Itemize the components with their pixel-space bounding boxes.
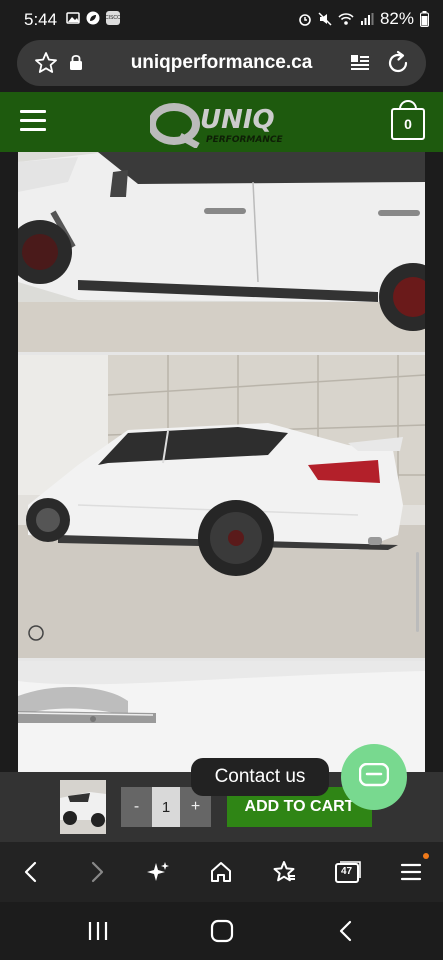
sparkle-icon[interactable] (146, 860, 170, 884)
system-nav-bar (0, 902, 443, 960)
battery-icon (420, 11, 429, 27)
notification-dot (423, 853, 429, 859)
cart-count: 0 (404, 116, 412, 132)
cart-button[interactable]: 0 (391, 108, 425, 140)
status-bar: 5:44 CISCO 82% (0, 0, 443, 40)
notification-icons: CISCO (66, 11, 121, 25)
gallery-scrollbar[interactable] (416, 552, 419, 632)
address-bar[interactable]: uniqperformance.ca (17, 40, 426, 86)
contact-chat-button[interactable] (341, 744, 407, 810)
tabs-button[interactable]: 47 (334, 860, 362, 884)
system-back-icon[interactable] (336, 919, 356, 943)
recents-icon[interactable] (86, 920, 110, 942)
quantity-input[interactable]: 1 (152, 787, 180, 827)
site-header: UNIQ PERFORMANCE 0 (0, 92, 443, 152)
chat-bubble-icon (359, 763, 389, 787)
back-icon[interactable] (20, 860, 44, 884)
home-icon[interactable] (209, 860, 233, 884)
signal-icon (360, 13, 374, 25)
menu-lines-icon[interactable] (399, 860, 423, 884)
home-button-icon[interactable] (210, 919, 234, 943)
bookmarks-star-icon[interactable] (272, 860, 296, 884)
reader-mode-icon[interactable] (350, 53, 370, 73)
cisco-icon: CISCO (105, 11, 121, 25)
product-photo-rear-three-quarter[interactable] (18, 355, 425, 658)
logo-sub-text: PERFORMANCE (206, 135, 283, 145)
status-right: 82% (298, 9, 429, 29)
logo-main-text: UNIQ (200, 105, 275, 135)
uniq-performance-logo[interactable]: UNIQ PERFORMANCE (150, 96, 296, 148)
alarm-icon (299, 14, 311, 26)
browser-toolbar: 47 (0, 842, 443, 902)
reload-icon[interactable] (385, 50, 411, 76)
forward-icon[interactable] (84, 860, 108, 884)
quantity-decrease-button[interactable]: - (121, 787, 152, 827)
product-gallery[interactable] (18, 152, 425, 772)
wifi-icon (338, 13, 354, 25)
screen: 5:44 CISCO 82% uniqperformance.ca UNIQ P… (0, 0, 443, 960)
mute-icon (318, 12, 332, 26)
battery-percent: 82% (379, 9, 414, 28)
product-photo-side-detail[interactable] (18, 152, 425, 352)
gallery-icon (66, 12, 80, 24)
leaf-icon (86, 11, 100, 25)
menu-icon[interactable] (20, 110, 46, 132)
product-thumbnail (60, 780, 106, 834)
contact-us-label[interactable]: Contact us (191, 758, 329, 796)
tab-count: 47 (341, 866, 353, 877)
status-time: 5:44 (24, 10, 58, 29)
